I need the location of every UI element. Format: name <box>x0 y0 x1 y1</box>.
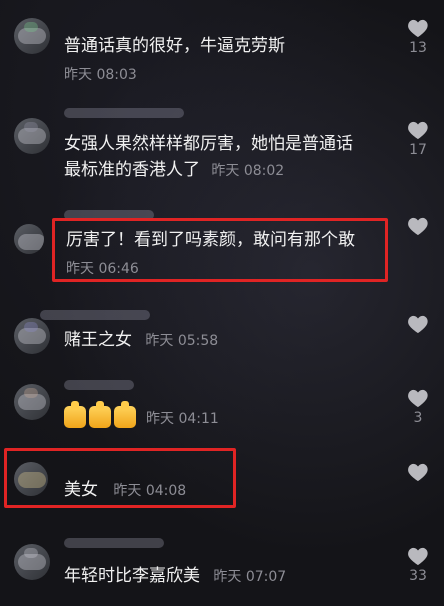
comment-item: 普通话真的很好，牛逼克劳斯 昨天 08:03 13 <box>0 0 444 90</box>
comment-time: 昨天 07:07 <box>213 569 287 585</box>
heart-icon <box>408 547 428 566</box>
comment-text: 美女 昨天 04:08 <box>64 478 186 503</box>
thumbs-up-emoji <box>64 401 86 428</box>
comment-item: 年轻时比李嘉欣美 昨天 07:07 33 <box>0 530 444 606</box>
avatar[interactable] <box>14 318 50 354</box>
heart-icon <box>408 217 428 236</box>
like-button[interactable]: 33 <box>402 546 434 584</box>
comment-text: 厉害了！看到了吗素颜，敢问有那个敢 <box>66 230 355 250</box>
username-blurred <box>64 380 134 390</box>
comment-time: 昨天 05:58 <box>145 333 219 349</box>
like-button[interactable] <box>402 462 434 484</box>
username-blurred <box>64 538 164 548</box>
like-count: 17 <box>409 142 427 158</box>
comment-text: 女强人果然样样都厉害，她怕是普通话 <box>64 134 353 154</box>
comment-time: 昨天 08:03 <box>64 67 137 83</box>
comment-item: 赌王之女 昨天 05:58 <box>0 302 444 364</box>
comment-item: 昨天 04:11 3 <box>0 370 444 442</box>
comment-time: 昨天 04:08 <box>113 483 187 499</box>
heart-icon <box>408 19 428 38</box>
avatar[interactable] <box>14 224 44 254</box>
like-count: 33 <box>409 568 427 584</box>
like-button[interactable]: 3 <box>402 388 434 426</box>
heart-icon <box>408 315 428 334</box>
heart-icon <box>408 389 428 408</box>
comment-text-content: 赌王之女 <box>64 330 132 350</box>
comment-text: 赌王之女 昨天 05:58 <box>64 328 218 353</box>
comment-time: 昨天 06:46 <box>66 261 139 277</box>
heart-icon <box>408 121 428 140</box>
thumbs-up-emoji <box>89 401 111 428</box>
thumbs-up-emoji <box>114 401 136 428</box>
like-button[interactable]: 17 <box>402 120 434 158</box>
comment-text-continued: 最标准的香港人了 <box>64 160 200 180</box>
avatar[interactable] <box>14 118 50 154</box>
username-blurred <box>40 310 150 320</box>
avatar[interactable] <box>14 384 50 420</box>
emoji-row <box>64 401 139 433</box>
like-button[interactable] <box>402 216 434 238</box>
comment-item: 厉害了！看到了吗素颜，敢问有那个敢 昨天 06:46 <box>0 200 444 290</box>
comment-text: 普通话真的很好，牛逼克劳斯 <box>64 36 285 56</box>
comment-text-content: 美女 <box>64 480 98 500</box>
avatar[interactable] <box>14 18 50 54</box>
comment-text-content: 年轻时比李嘉欣美 <box>64 566 200 586</box>
avatar[interactable] <box>14 544 50 580</box>
avatar[interactable] <box>14 462 48 496</box>
comment-time: 昨天 04:11 <box>146 411 219 427</box>
comment-item: 女强人果然样样都厉害，她怕是普通话 最标准的香港人了 昨天 08:02 17 <box>0 92 444 190</box>
comment-text: 年轻时比李嘉欣美 昨天 07:07 <box>64 564 286 589</box>
like-button[interactable] <box>402 314 434 336</box>
heart-icon <box>408 463 428 482</box>
comment-time: 昨天 08:02 <box>211 163 285 179</box>
like-count: 13 <box>409 40 427 56</box>
like-button[interactable]: 13 <box>402 18 434 56</box>
like-count: 3 <box>413 410 423 426</box>
username-blurred <box>64 108 184 118</box>
comment-text-line2: 最标准的香港人了 昨天 08:02 <box>64 158 284 183</box>
comment-item: 美女 昨天 04:08 <box>0 446 444 512</box>
